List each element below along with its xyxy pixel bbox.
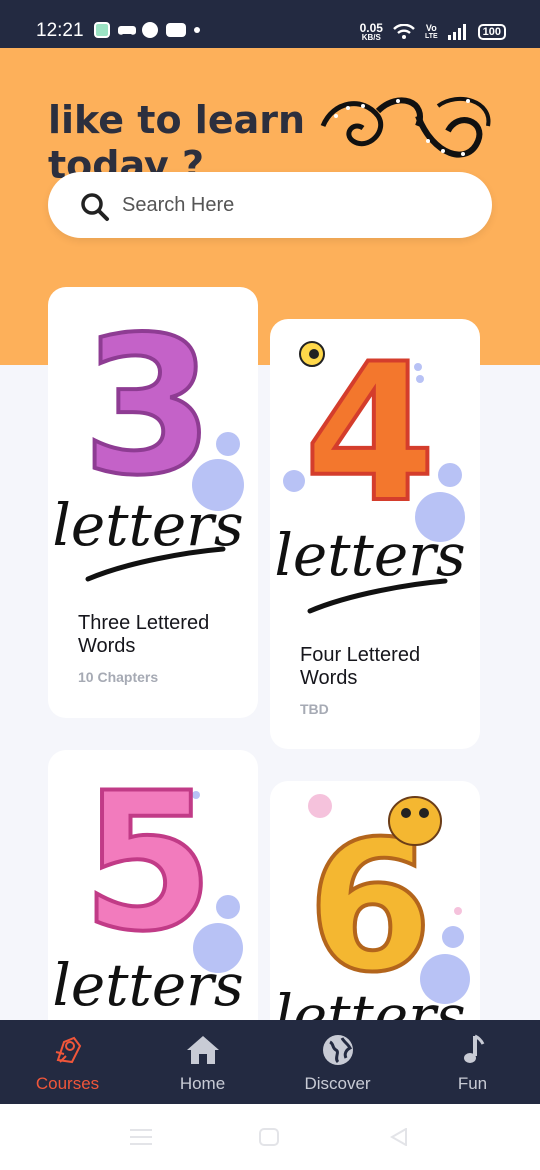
more-notifications-dot-icon bbox=[194, 27, 200, 33]
globe-icon bbox=[322, 1035, 353, 1065]
system-navigation-bar bbox=[0, 1104, 540, 1170]
course-subtitle: 10 Chapters bbox=[78, 669, 159, 685]
youtube-icon bbox=[166, 23, 186, 37]
facebook-icon bbox=[142, 22, 158, 38]
octopus-illustration bbox=[320, 96, 491, 158]
search-bar[interactable] bbox=[48, 172, 492, 238]
nav-label-courses: Courses bbox=[35, 1074, 100, 1093]
bottom-navigation: Courses Home Discover Fun bbox=[0, 1020, 540, 1104]
net-speed: 0.05 KB/S bbox=[360, 22, 383, 42]
home-button-icon[interactable] bbox=[259, 1128, 279, 1146]
volte-badge: Vo LTE bbox=[424, 22, 438, 41]
lte-label: LTE bbox=[424, 32, 438, 40]
wifi-icon bbox=[393, 24, 415, 39]
hero-title-line1: like to learn bbox=[48, 98, 306, 142]
nav-item-fun[interactable]: Fun bbox=[405, 1020, 540, 1104]
home-icon bbox=[186, 1036, 219, 1064]
chat-app-icon bbox=[94, 22, 110, 38]
nav-label-discover: Discover bbox=[304, 1074, 371, 1093]
gamepad-icon bbox=[118, 22, 136, 38]
notification-icons bbox=[94, 22, 200, 38]
search-input[interactable] bbox=[122, 186, 462, 224]
three-letters-illustration: 3 letters bbox=[52, 294, 244, 582]
status-indicators: 0.05 KB/S Vo LTE 100 bbox=[360, 22, 506, 42]
menu-icon[interactable] bbox=[130, 1128, 152, 1146]
illustration-number: 5 bbox=[82, 752, 214, 973]
courses-icon bbox=[55, 1036, 81, 1064]
nav-item-home[interactable]: Home bbox=[135, 1020, 270, 1104]
four-letters-illustration: 4 letters bbox=[274, 321, 466, 614]
course-subtitle: TBD bbox=[300, 701, 329, 717]
course-card-five-letters[interactable]: 5 letters bbox=[48, 750, 258, 1050]
signal-icon bbox=[447, 24, 466, 40]
search-icon bbox=[81, 193, 109, 221]
illustration-word: letters bbox=[274, 521, 465, 589]
music-note-icon bbox=[463, 1034, 484, 1063]
course-title: Three Lettered Words bbox=[78, 612, 210, 657]
net-speed-unit: KB/S bbox=[361, 33, 381, 42]
five-letters-illustration: 5 letters bbox=[52, 750, 243, 1019]
illustration-number: 3 bbox=[82, 296, 214, 517]
course-card-four-letters[interactable]: 4 letters Four Lettered Words TBD bbox=[270, 319, 480, 749]
volte-label: Vo bbox=[425, 22, 437, 33]
status-bar: 12:21 0.05 KB/S Vo LTE 100 bbox=[0, 0, 540, 48]
nav-item-discover[interactable]: Discover bbox=[270, 1020, 405, 1104]
nav-label-fun: Fun bbox=[457, 1074, 488, 1093]
nav-label-home: Home bbox=[179, 1074, 226, 1093]
course-title: Four Lettered Words bbox=[300, 644, 421, 689]
course-card-three-letters[interactable]: 3 letters Three Lettered Words 10 Chapte… bbox=[48, 287, 258, 718]
battery-indicator: 100 bbox=[477, 24, 506, 40]
nav-item-courses[interactable]: Courses bbox=[0, 1020, 135, 1104]
status-time: 12:21 bbox=[36, 20, 84, 41]
back-icon[interactable] bbox=[390, 1128, 408, 1146]
illustration-word: letters bbox=[52, 951, 243, 1019]
